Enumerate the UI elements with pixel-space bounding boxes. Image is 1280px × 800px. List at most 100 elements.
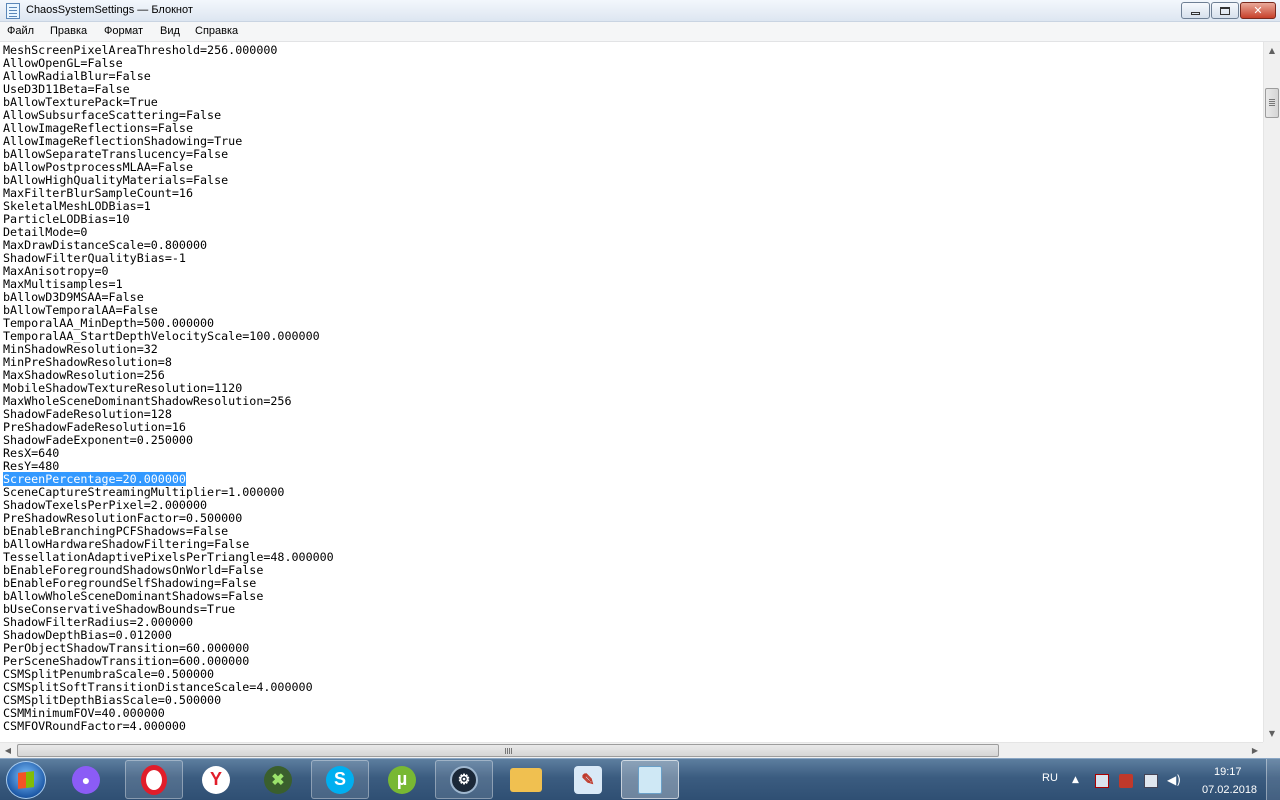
taskbar-item-notepad[interactable]: [621, 760, 679, 799]
game-app-icon: ✖: [264, 765, 292, 794]
vertical-scrollbar[interactable]: ▲ ▼: [1263, 42, 1280, 742]
editor-lines: MeshScreenPixelAreaThreshold=256.000000 A…: [3, 44, 334, 733]
menu-file[interactable]: Файл: [7, 25, 34, 37]
utorrent-icon: µ: [388, 765, 416, 794]
title-bar: ChaosSystemSettings — Блокнот ✕: [0, 0, 1280, 22]
taskbar: ● Y ✖ S µ ⚙ ✎: [0, 758, 1280, 800]
text-line-content: MaxMultisamples=1: [3, 277, 123, 291]
text-line-content: ShadowFilterRadius=2.000000: [3, 615, 193, 629]
text-line[interactable]: CSMFOVRoundFactor=4.000000: [3, 720, 334, 733]
text-line-content: ShadowFadeExponent=0.250000: [3, 433, 193, 447]
horizontal-scrollbar[interactable]: ◀ ▶: [0, 742, 1263, 758]
menu-help[interactable]: Справка: [195, 25, 238, 37]
taskbar-item-utorrent[interactable]: µ: [373, 760, 431, 799]
text-editor[interactable]: MeshScreenPixelAreaThreshold=256.000000 A…: [0, 42, 1263, 742]
scroll-right-icon[interactable]: ▶: [1247, 743, 1263, 758]
text-line-content: ShadowDepthBias=0.012000: [3, 628, 172, 642]
text-line-content: MaxFilterBlurSampleCount=16: [3, 186, 193, 200]
menu-view[interactable]: Вид: [160, 25, 180, 37]
language-indicator[interactable]: RU: [1042, 772, 1058, 784]
vertical-scroll-thumb[interactable]: [1265, 88, 1279, 118]
skype-icon: S: [326, 765, 354, 794]
text-line-content: bUseConservativeShadowBounds=True: [3, 602, 236, 616]
text-line-content: bEnableForegroundShadowsOnWorld=False: [3, 563, 264, 577]
text-line-content: CSMFOVRoundFactor=4.000000: [3, 719, 186, 733]
text-line-content: DetailMode=0: [3, 225, 88, 239]
text-line-content: ResX=640: [3, 446, 60, 460]
network-error-icon[interactable]: [1095, 774, 1109, 788]
scroll-up-icon[interactable]: ▲: [1264, 42, 1280, 59]
text-line-content: ShadowFadeResolution=128: [3, 407, 172, 421]
maximize-icon: [1220, 6, 1230, 15]
clock-date[interactable]: 07.02.2018: [1202, 784, 1257, 796]
close-icon: ✕: [1253, 4, 1263, 17]
text-line-content: TessellationAdaptivePixelsPerTriangle=48…: [3, 550, 334, 564]
text-line-content: AllowSubsurfaceScattering=False: [3, 108, 222, 122]
display-icon[interactable]: [1144, 774, 1158, 788]
taskbar-item-game[interactable]: ✖: [249, 760, 307, 799]
text-line-content: bEnableForegroundSelfShadowing=False: [3, 576, 257, 590]
text-line-content: CSMSplitPenumbraScale=0.500000: [3, 667, 215, 681]
taskbar-item-skype[interactable]: S: [311, 760, 369, 799]
close-button[interactable]: ✕: [1240, 2, 1276, 19]
clock-time[interactable]: 19:17: [1214, 766, 1242, 778]
taskbar-item-steam[interactable]: ⚙: [435, 760, 493, 799]
show-desktop-button[interactable]: [1266, 759, 1280, 800]
text-line-content: MeshScreenPixelAreaThreshold=256.000000: [3, 43, 278, 57]
text-line-content: MinShadowResolution=32: [3, 342, 158, 356]
notepad-app-icon: [6, 3, 20, 19]
text-line-content: AllowOpenGL=False: [3, 56, 123, 70]
security-alert-icon[interactable]: [1119, 774, 1133, 788]
text-line-content: TemporalAA_StartDepthVelocityScale=100.0…: [3, 329, 320, 343]
text-line-content: ParticleLODBias=10: [3, 212, 130, 226]
text-line-content: bAllowD3D9MSAA=False: [3, 290, 144, 304]
file-explorer-icon: [510, 767, 542, 792]
yandex-browser-icon: Y: [202, 765, 230, 794]
text-line-content: TemporalAA_MinDepth=500.000000: [3, 316, 215, 330]
text-line-content: ScreenPercentage=20.000000: [3, 472, 186, 486]
taskbar-item-explorer[interactable]: [497, 760, 555, 799]
text-line-content: AllowImageReflections=False: [3, 121, 193, 135]
paint-icon: ✎: [574, 765, 602, 794]
text-line-content: bEnableBranchingPCFShadows=False: [3, 524, 229, 538]
text-line-content: bAllowSeparateTranslucency=False: [3, 147, 229, 161]
text-line-content: MinPreShadowResolution=8: [3, 355, 172, 369]
text-line-content: AllowImageReflectionShadowing=True: [3, 134, 243, 148]
minimize-button[interactable]: [1181, 2, 1210, 19]
text-line-content: bAllowWholeSceneDominantShadows=False: [3, 589, 264, 603]
text-line-content: PerObjectShadowTransition=60.000000: [3, 641, 250, 655]
text-line-content: ShadowTexelsPerPixel=2.000000: [3, 498, 208, 512]
text-line-content: MaxAnisotropy=0: [3, 264, 109, 278]
text-line-content: bAllowHardwareShadowFiltering=False: [3, 537, 250, 551]
taskbar-item-opera[interactable]: [125, 760, 183, 799]
text-line-content: MaxDrawDistanceScale=0.800000: [3, 238, 208, 252]
taskbar-item-yandex[interactable]: Y: [187, 760, 245, 799]
volume-icon[interactable]: ◀): [1167, 773, 1181, 787]
text-line-content: bAllowHighQualityMaterials=False: [3, 173, 229, 187]
menu-bar: Файл Правка Формат Вид Справка: [0, 22, 1280, 42]
scrollbar-corner: [1263, 742, 1280, 758]
scroll-down-icon[interactable]: ▼: [1264, 725, 1280, 742]
taskbar-item-paint[interactable]: ✎: [559, 760, 617, 799]
text-line-content: ShadowFilterQualityBias=-1: [3, 251, 186, 265]
text-line-content: CSMSplitSoftTransitionDistanceScale=4.00…: [3, 680, 313, 694]
microphone-app-icon: ●: [72, 765, 100, 794]
window-title: ChaosSystemSettings — Блокнот: [26, 4, 193, 16]
text-line-content: bAllowTemporalAA=False: [3, 303, 158, 317]
text-line-content: AllowRadialBlur=False: [3, 69, 151, 83]
opera-icon: [141, 764, 167, 795]
menu-edit[interactable]: Правка: [50, 25, 87, 37]
text-line-content: MaxShadowResolution=256: [3, 368, 165, 382]
scroll-left-icon[interactable]: ◀: [0, 743, 16, 758]
taskbar-item-microphone[interactable]: ●: [57, 760, 115, 799]
maximize-button[interactable]: [1211, 2, 1239, 19]
text-line-content: PreShadowResolutionFactor=0.500000: [3, 511, 243, 525]
show-hidden-icons-icon[interactable]: ▲: [1072, 775, 1086, 789]
text-line-content: PreShadowFadeResolution=16: [3, 420, 186, 434]
notepad-icon: [638, 765, 662, 794]
start-button[interactable]: [6, 761, 46, 799]
text-line-content: SkeletalMeshLODBias=1: [3, 199, 151, 213]
text-line-content: MobileShadowTextureResolution=1120: [3, 381, 243, 395]
menu-format[interactable]: Формат: [104, 25, 143, 37]
horizontal-scroll-thumb[interactable]: [17, 744, 999, 757]
